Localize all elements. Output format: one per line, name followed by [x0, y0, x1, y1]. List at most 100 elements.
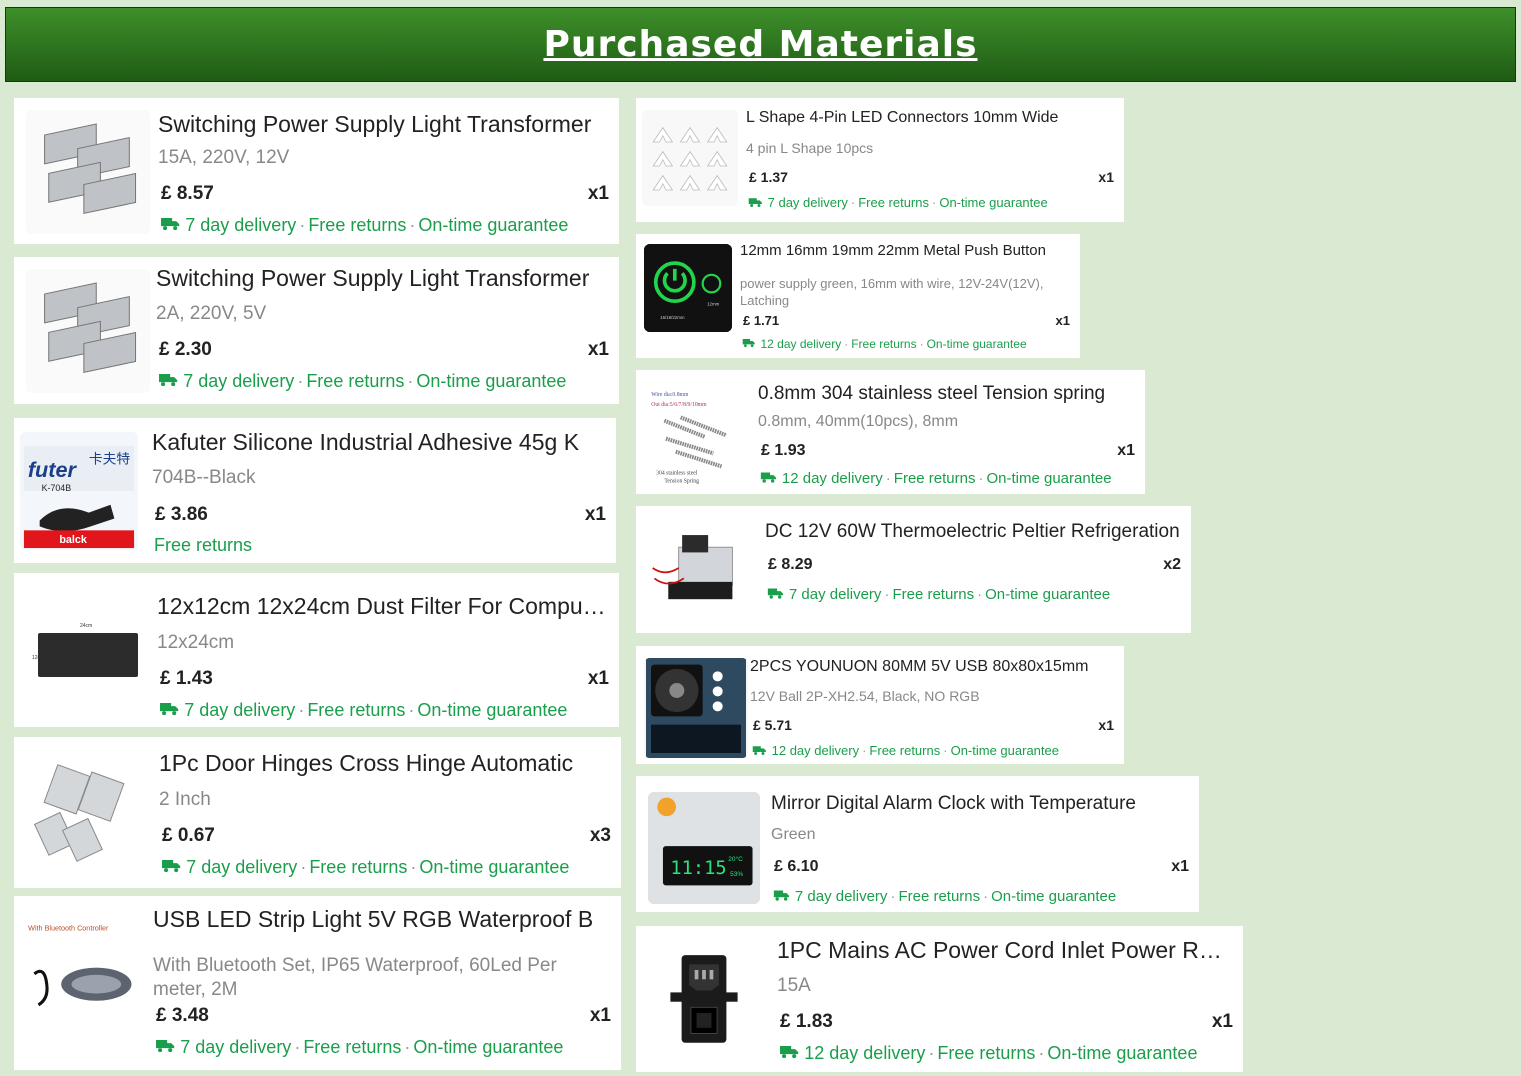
adhesive-tube-image[interactable]: futer 卡夫特 K-704B balck [20, 432, 138, 550]
product-quantity: x1 [1211, 1010, 1233, 1032]
free-returns: Free returns [893, 470, 976, 488]
product-card[interactable]: 1Pc Door Hinges Cross Hinge Automatic 2 I… [14, 737, 621, 888]
product-variant: 4 pin L Shape 10pcs [746, 139, 874, 156]
product-title[interactable]: Switching Power Supply Light Transformer [158, 111, 609, 138]
product-title[interactable]: 12mm 16mm 19mm 22mm Metal Push Button [740, 242, 1070, 259]
price-row: £ 3.86 x1 [155, 504, 606, 526]
page-title: Purchased Materials [543, 24, 978, 65]
product-card[interactable]: L Shape 4-Pin LED Connectors 10mm Wide 4 … [636, 98, 1124, 222]
on-time-guarantee: On-time guarantee [1047, 1043, 1198, 1064]
product-card[interactable]: 11:15 20°C 53% Mirror Digital Alarm Clock… [636, 776, 1199, 912]
product-title[interactable]: 0.8mm 304 stainless steel Tension spring [758, 383, 1135, 405]
product-price: £ 1.93 [761, 442, 806, 460]
price-row: £ 1.83 x1 [780, 1011, 1233, 1033]
delivery-truck-icon [773, 888, 790, 906]
delivery-time: 7 day delivery [180, 1037, 292, 1058]
product-card[interactable]: Wire dia:0.8mm Out dia:5/6/7/8/9/10mm 30… [636, 370, 1145, 494]
product-card[interactable]: 1PC Mains AC Power Cord Inlet Power Rece… [636, 926, 1243, 1072]
product-price: £ 5.71 [753, 716, 792, 733]
product-title[interactable]: 1PC Mains AC Power Cord Inlet Power Rece… [777, 937, 1233, 964]
push-button-image[interactable]: 16/19/22mm 12mm [644, 244, 732, 332]
delivery-time: 7 day delivery [183, 371, 295, 392]
delivery-time: 12 day delivery [781, 470, 883, 488]
separator-dot: · [978, 470, 984, 488]
svg-text:Tension Spring: Tension Spring [664, 479, 699, 485]
product-title[interactable]: 2PCS YOUNUON 80MM 5V USB 80x80x15mm [750, 658, 1114, 676]
separator-dot: · [943, 743, 948, 759]
product-title[interactable]: Mirror Digital Alarm Clock with Temperat… [771, 793, 1189, 815]
product-card[interactable]: futer 卡夫特 K-704B balck Kafuter Silicone I… [14, 418, 616, 563]
product-card[interactable]: 16/19/22mm 12mm 12mm 16mm 19mm 22mm Metal… [636, 234, 1080, 358]
svg-text:53%: 53% [730, 871, 743, 878]
separator-dot: · [1038, 1043, 1045, 1064]
delivery-time: 7 day delivery [794, 888, 888, 906]
product-quantity: x1 [587, 667, 609, 689]
product-title[interactable]: Kafuter Silicone Industrial Adhesive 45g… [152, 429, 606, 456]
product-variant: 704B--Black [152, 466, 256, 488]
svg-text:304 stainless steel: 304 stainless steel [656, 471, 698, 477]
price-row: £ 1.43 x1 [160, 668, 609, 690]
product-variant: 2 Inch [159, 788, 211, 810]
price-row: £ 6.10 x1 [774, 858, 1189, 876]
delivery-time: 7 day delivery [788, 586, 882, 604]
free-returns: Free returns [937, 1043, 1036, 1064]
product-card[interactable]: Switching Power Supply Light Transformer… [14, 98, 619, 244]
alarm-clock-image[interactable]: 11:15 20°C 53% [648, 792, 760, 904]
dust-filter-image[interactable]: 24cm 12cm [26, 597, 146, 717]
l-connector-image[interactable] [642, 110, 738, 206]
on-time-guarantee: On-time guarantee [950, 743, 1059, 759]
shipping-info: 12 day delivery · Free returns · On-time gua… [742, 337, 1027, 351]
product-card[interactable]: Switching Power Supply Light Transformer… [14, 257, 619, 404]
tension-spring-image[interactable]: Wire dia:0.8mm Out dia:5/6/7/8/9/10mm 30… [648, 388, 746, 486]
svg-text:20°C: 20°C [728, 855, 743, 863]
product-card[interactable]: With Bluetooth Controller USB LED Strip … [14, 896, 621, 1070]
product-title[interactable]: L Shape 4-Pin LED Connectors 10mm Wide [746, 109, 1114, 127]
power-supply-image[interactable] [26, 269, 150, 393]
separator-dot: · [983, 888, 989, 906]
product-variant: power supply green, 16mm with wire, 12V-… [740, 276, 1044, 308]
on-time-guarantee: On-time guarantee [417, 700, 568, 721]
on-time-guarantee: On-time guarantee [986, 470, 1112, 488]
svg-text:16/19/22mm: 16/19/22mm [660, 315, 685, 320]
product-title[interactable]: USB LED Strip Light 5V RGB Waterproof B [153, 906, 611, 933]
price-row: £ 8.29 x2 [768, 556, 1181, 574]
separator-dot: · [410, 857, 417, 878]
on-time-guarantee: On-time guarantee [416, 371, 567, 392]
separator-dot: · [294, 1037, 301, 1058]
product-card[interactable]: 2PCS YOUNUON 80MM 5V USB 80x80x15mm 12V B… [636, 646, 1124, 764]
svg-text:11:15: 11:15 [670, 858, 726, 879]
product-title[interactable]: Switching Power Supply Light Transformer [156, 265, 609, 292]
separator-dot: · [298, 700, 305, 721]
delivery-time: 12 day delivery [760, 336, 842, 351]
power-inlet-image[interactable] [648, 942, 760, 1054]
separator-dot: · [404, 1037, 411, 1058]
product-quantity: x3 [589, 824, 611, 846]
delivery-truck-icon [779, 1043, 799, 1064]
separator-dot: · [932, 195, 937, 211]
svg-text:Wire dia:0.8mm: Wire dia:0.8mm [651, 392, 689, 398]
delivery-truck-icon [742, 337, 756, 351]
svg-text:futer: futer [28, 457, 78, 482]
separator-dot: · [299, 215, 306, 236]
shipping-info: 7 day delivery · Free returns · On-time guar… [155, 1037, 563, 1058]
price-row: £ 5.71 x1 [753, 717, 1114, 733]
led-strip-image[interactable]: With Bluetooth Controller [24, 916, 148, 1040]
product-title[interactable]: 12x12cm 12x24cm Dust Filter For Computer [157, 593, 609, 620]
price-row: £ 3.48 x1 [156, 1005, 611, 1027]
product-quantity: x1 [1098, 168, 1114, 185]
product-price: £ 1.37 [749, 168, 788, 185]
shipping-info: 7 day delivery · Free returns · On-time guar… [767, 586, 1110, 604]
on-time-guarantee: On-time guarantee [939, 195, 1048, 211]
power-supply-image[interactable] [26, 110, 150, 234]
delivery-time: 7 day delivery [185, 215, 297, 236]
shipping-info: 12 day delivery · Free returns · On-time gua… [752, 743, 1059, 758]
shipping-info: 7 day delivery · Free returns · On-time guar… [158, 371, 566, 392]
peltier-cooler-image[interactable] [644, 516, 748, 620]
cooling-fan-image[interactable] [644, 658, 748, 758]
door-hinge-image[interactable] [26, 753, 146, 873]
product-title[interactable]: DC 12V 60W Thermoelectric Peltier Refrig… [765, 521, 1181, 543]
product-card[interactable]: 24cm 12cm 12x12cm 12x24cm Dust Filter Fo… [14, 573, 619, 727]
page-header: Purchased Materials [5, 7, 1516, 82]
product-title[interactable]: 1Pc Door Hinges Cross Hinge Automatic [159, 750, 611, 777]
product-card[interactable]: DC 12V 60W Thermoelectric Peltier Refrig… [636, 506, 1191, 633]
